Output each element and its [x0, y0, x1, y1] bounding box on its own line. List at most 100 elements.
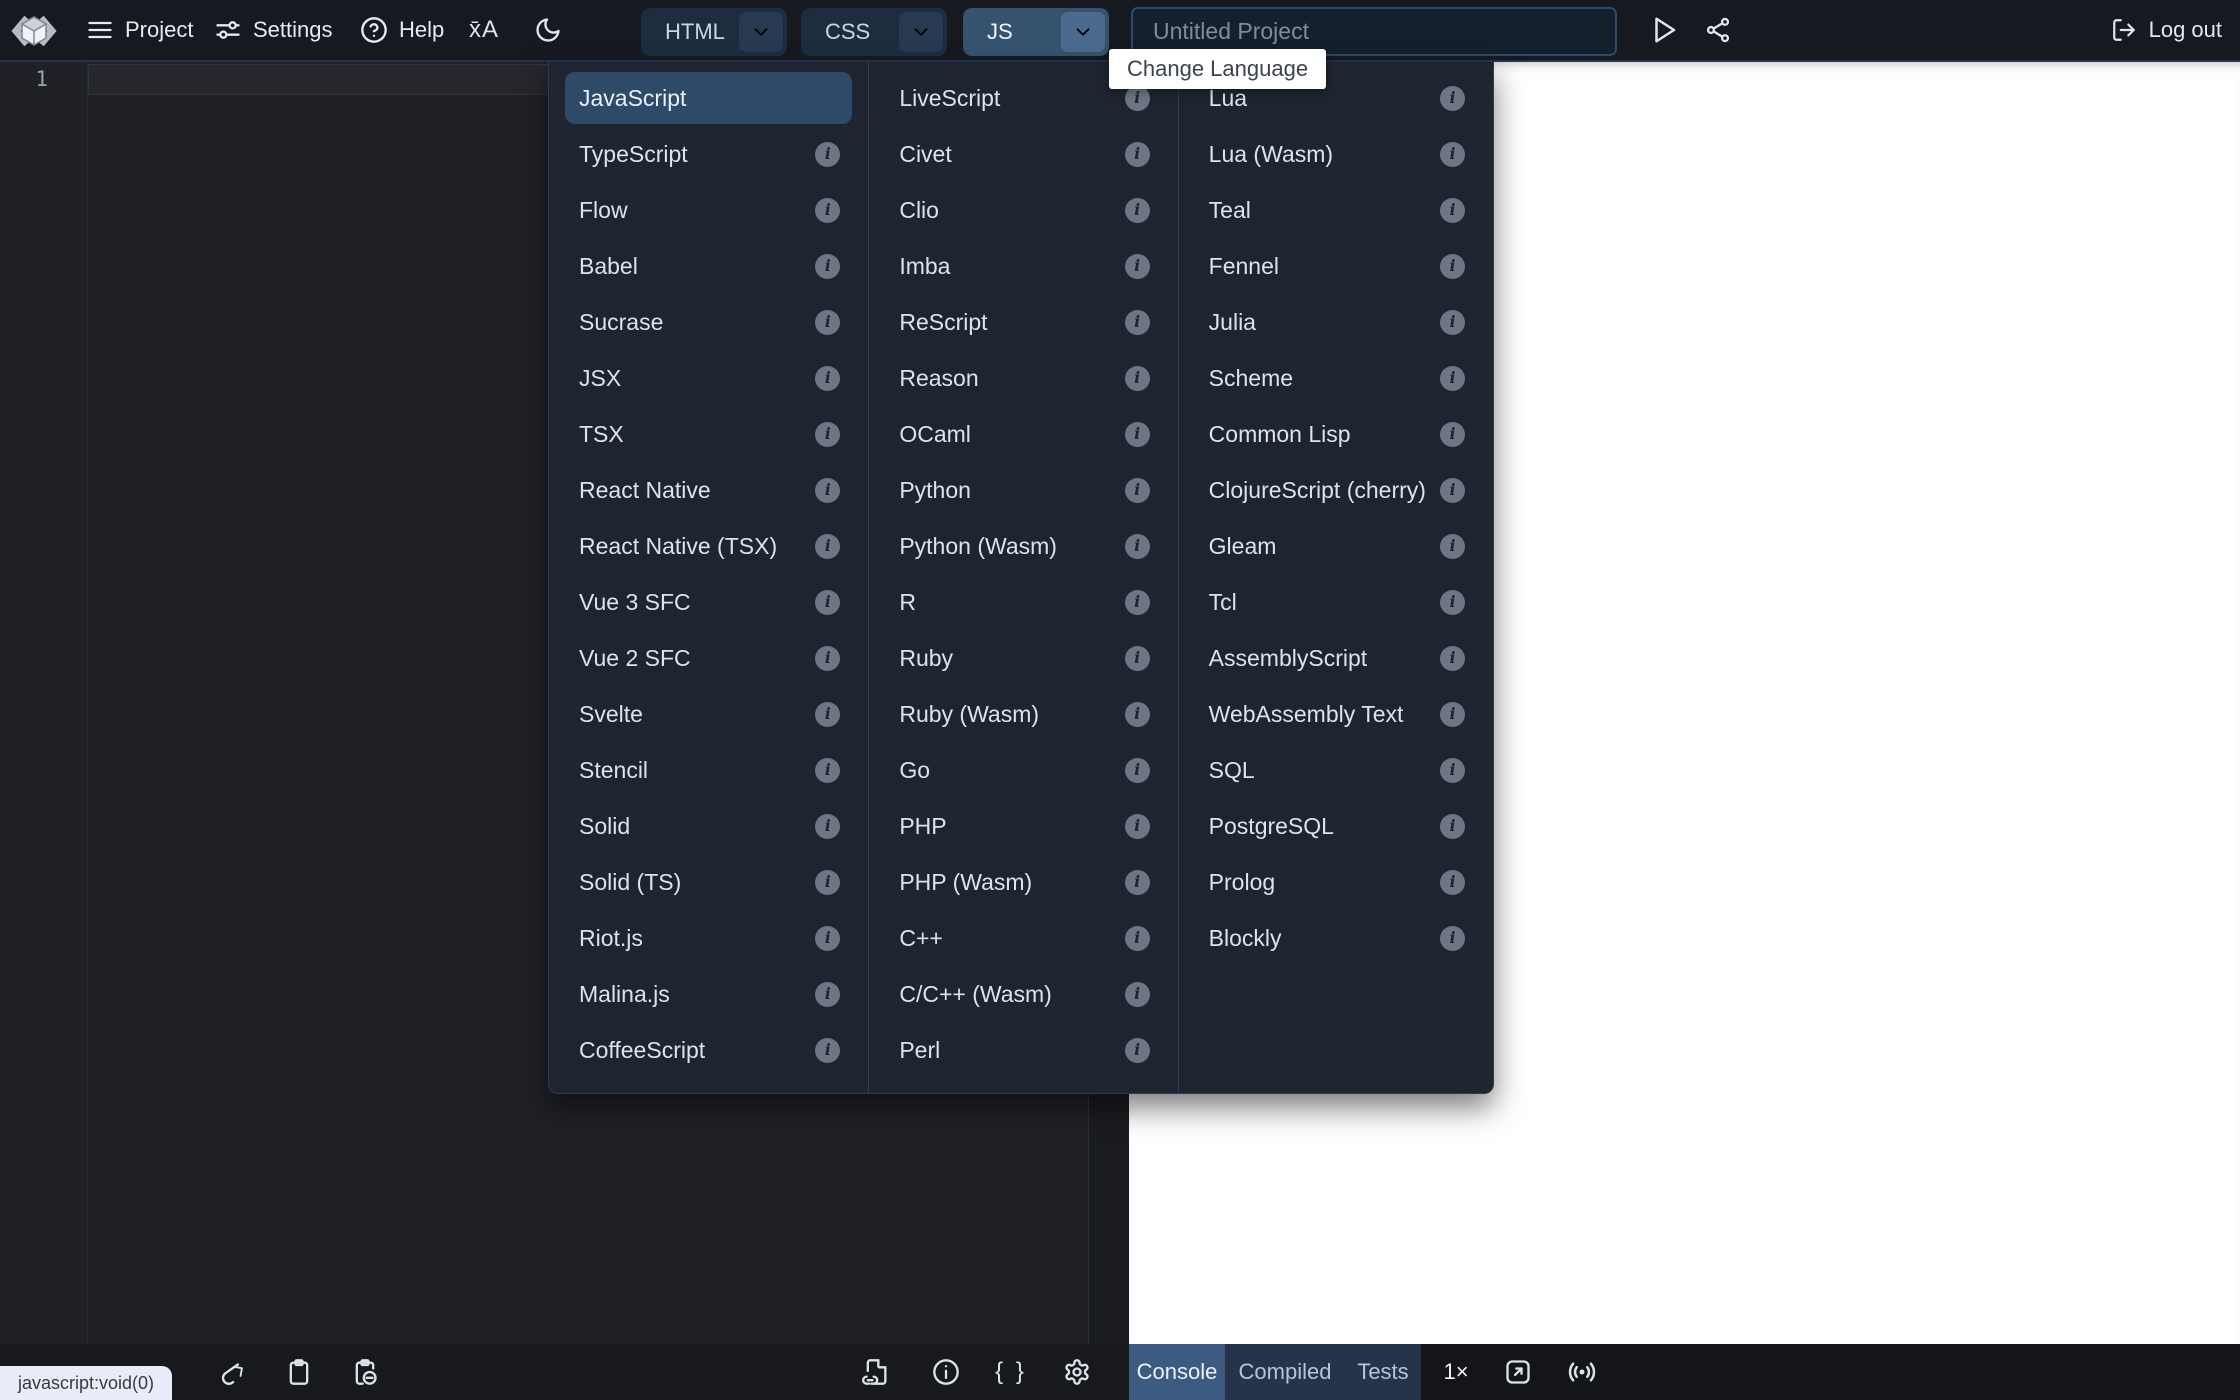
info-icon[interactable]: i	[815, 365, 841, 391]
language-option[interactable]: Python i	[885, 464, 1161, 516]
info-icon[interactable]: i	[815, 421, 841, 447]
language-option[interactable]: Babel i	[565, 240, 852, 292]
panel-tab-tests[interactable]: Tests	[1345, 1344, 1421, 1400]
language-option[interactable]: PHP (Wasm) i	[885, 856, 1161, 908]
language-option[interactable]: Solid (TS) i	[565, 856, 852, 908]
info-icon[interactable]: i	[815, 253, 841, 279]
language-option[interactable]: Civet i	[885, 128, 1161, 180]
language-option[interactable]: PostgreSQL i	[1195, 800, 1477, 852]
info-icon[interactable]: i	[1124, 757, 1150, 783]
language-option[interactable]: Solid i	[565, 800, 852, 852]
language-option[interactable]: TypeScript i	[565, 128, 852, 180]
info-icon[interactable]: i	[1124, 813, 1150, 839]
language-option[interactable]: Vue 3 SFC i	[565, 576, 852, 628]
live-broadcast-icon[interactable]	[1560, 1344, 1604, 1400]
info-icon[interactable]: i	[1440, 421, 1465, 447]
redo-icon[interactable]	[210, 1344, 254, 1400]
info-icon[interactable]: i	[1124, 1037, 1150, 1063]
language-option[interactable]: Teal i	[1195, 184, 1477, 236]
file-tab-css[interactable]: CSS	[801, 8, 947, 56]
language-option[interactable]: Prolog i	[1195, 856, 1477, 908]
info-icon[interactable]: i	[815, 813, 841, 839]
info-icon[interactable]: i	[815, 645, 841, 671]
language-option[interactable]: JSX i	[565, 352, 852, 404]
translate-icon[interactable]: x̄A	[462, 0, 506, 60]
menu-project[interactable]: Project	[86, 0, 193, 60]
menu-help[interactable]: Help	[360, 0, 444, 60]
panel-tab-compiled[interactable]: Compiled	[1225, 1344, 1345, 1400]
info-icon[interactable]: i	[1124, 85, 1150, 111]
info-icon[interactable]: i	[1440, 869, 1465, 895]
info-icon[interactable]: i	[815, 1037, 841, 1063]
run-button[interactable]	[1642, 0, 1686, 60]
moon-theme-icon[interactable]	[526, 0, 570, 60]
language-option[interactable]: Flow i	[565, 184, 852, 236]
menu-settings[interactable]: Settings	[214, 0, 333, 60]
gear-icon[interactable]	[1055, 1344, 1099, 1400]
info-icon[interactable]: i	[1124, 141, 1150, 167]
file-tab-js[interactable]: JS	[963, 8, 1109, 56]
language-option[interactable]: Vue 2 SFC i	[565, 632, 852, 684]
language-option[interactable]: Malina.js i	[565, 968, 852, 1020]
info-icon[interactable]: i	[1124, 701, 1150, 727]
info-icon[interactable]: i	[1440, 813, 1465, 839]
info-icon[interactable]: i	[815, 533, 841, 559]
info-icon[interactable]: i	[1124, 309, 1150, 335]
language-option[interactable]: ReScript i	[885, 296, 1161, 348]
info-icon[interactable]: i	[1440, 925, 1465, 951]
language-option[interactable]: Svelte i	[565, 688, 852, 740]
info-icon[interactable]: i	[1124, 645, 1150, 671]
panel-tab-console[interactable]: Console	[1129, 1344, 1225, 1400]
file-link-icon[interactable]	[854, 1344, 898, 1400]
info-icon[interactable]: i	[1440, 645, 1465, 671]
info-icon[interactable]: i	[1124, 869, 1150, 895]
zoom-level-button[interactable]: 1×	[1432, 1344, 1480, 1400]
info-icon[interactable]: i	[1124, 365, 1150, 391]
clipboard-icon[interactable]	[277, 1344, 321, 1400]
language-option[interactable]: Python (Wasm) i	[885, 520, 1161, 572]
info-icon[interactable]: i	[1440, 589, 1465, 615]
chevron-down-icon[interactable]	[899, 12, 943, 52]
language-option[interactable]: Tcl i	[1195, 576, 1477, 628]
language-option[interactable]: Go i	[885, 744, 1161, 796]
info-icon[interactable]: i	[1124, 421, 1150, 447]
info-icon[interactable]: i	[1124, 925, 1150, 951]
info-icon[interactable]: i	[815, 981, 841, 1007]
language-option[interactable]: C++ i	[885, 912, 1161, 964]
app-logo-icon[interactable]	[10, 7, 58, 55]
info-icon[interactable]: i	[1124, 533, 1150, 559]
info-icon[interactable]: i	[1440, 533, 1465, 559]
chevron-down-icon[interactable]	[739, 12, 783, 52]
language-option[interactable]: Sucrase i	[565, 296, 852, 348]
info-icon[interactable]: i	[1124, 197, 1150, 223]
language-option[interactable]: Clio i	[885, 184, 1161, 236]
logout-button[interactable]: Log out	[2111, 0, 2222, 60]
chevron-down-icon[interactable]	[1061, 12, 1105, 52]
language-option[interactable]: WebAssembly Text i	[1195, 688, 1477, 740]
language-option[interactable]: Lua (Wasm) i	[1195, 128, 1477, 180]
language-option[interactable]: Ruby i	[885, 632, 1161, 684]
clipboard-paste-icon[interactable]	[343, 1344, 387, 1400]
file-tab-html[interactable]: HTML	[641, 8, 787, 56]
language-option[interactable]: JavaScript	[565, 72, 853, 124]
open-preview-external-icon[interactable]	[1496, 1344, 1540, 1400]
info-icon[interactable]: i	[1440, 477, 1465, 503]
language-option[interactable]: SQL i	[1195, 744, 1477, 796]
info-icon[interactable]: i	[1124, 477, 1150, 503]
info-icon[interactable]: i	[815, 701, 841, 727]
language-option[interactable]: Perl i	[885, 1024, 1161, 1076]
language-option[interactable]: OCaml i	[885, 408, 1161, 460]
language-option[interactable]: Common Lisp i	[1195, 408, 1477, 460]
language-option[interactable]: React Native i	[565, 464, 852, 516]
info-circle-icon[interactable]	[924, 1344, 968, 1400]
info-icon[interactable]: i	[1440, 365, 1465, 391]
language-option[interactable]: Imba i	[885, 240, 1161, 292]
info-icon[interactable]: i	[1440, 701, 1465, 727]
language-option[interactable]: C/C++ (Wasm) i	[885, 968, 1161, 1020]
info-icon[interactable]: i	[815, 141, 841, 167]
info-icon[interactable]: i	[815, 477, 841, 503]
info-icon[interactable]: i	[1440, 141, 1465, 167]
info-icon[interactable]: i	[1124, 981, 1150, 1007]
braces-icon[interactable]: { }	[989, 1344, 1033, 1400]
language-option[interactable]: Julia i	[1195, 296, 1477, 348]
